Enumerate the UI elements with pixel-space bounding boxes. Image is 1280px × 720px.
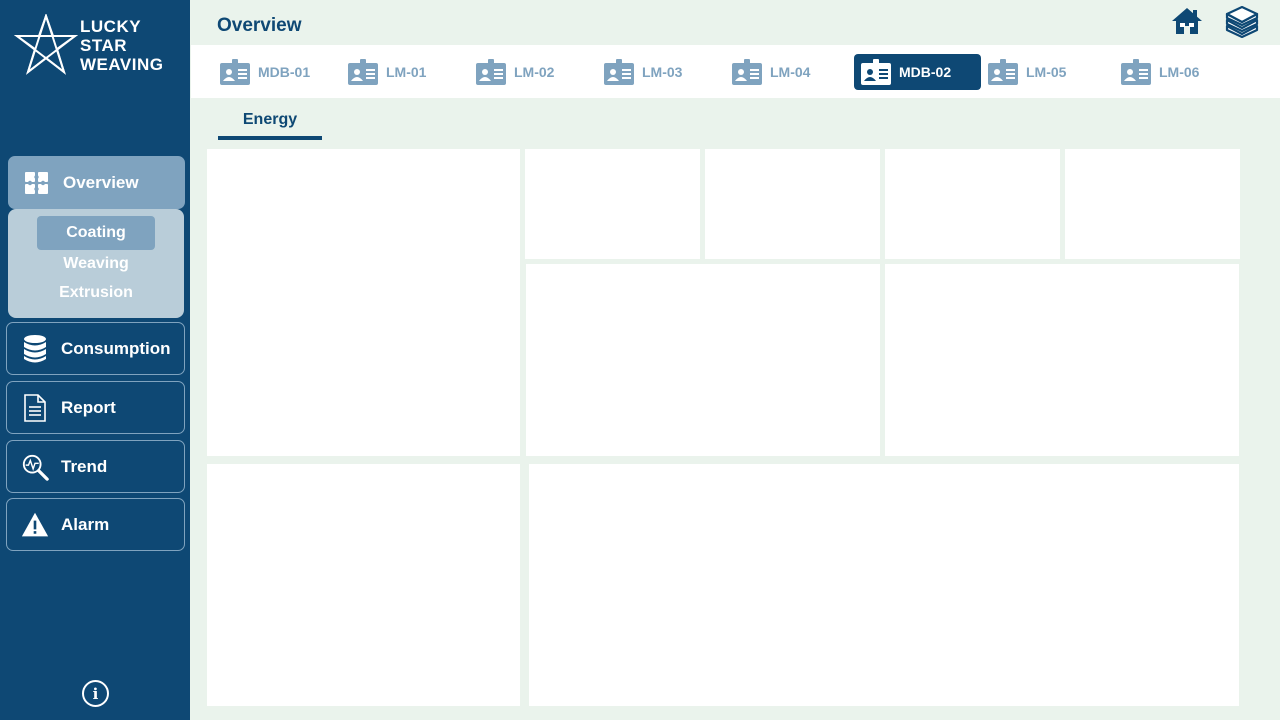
panel-kpi-1 — [525, 149, 700, 259]
info-icon[interactable]: i — [82, 680, 109, 707]
device-tab-label: MDB-01 — [258, 64, 311, 80]
panel-middle-left — [526, 264, 880, 456]
puzzle-icon — [23, 168, 51, 198]
device-tab-lm-05[interactable]: LM-05 — [981, 54, 1066, 90]
device-tab-label: LM-02 — [514, 64, 555, 80]
id-card-icon — [604, 59, 634, 85]
device-tab-lm-03[interactable]: LM-03 — [597, 54, 682, 90]
sidebar: LUCKY STAR WEAVING Overview Coating Weav… — [0, 0, 190, 720]
device-tab-mdb-02[interactable]: MDB-02 — [854, 54, 981, 90]
device-tab-label: MDB-02 — [899, 64, 952, 80]
tab-energy[interactable]: Energy — [218, 106, 322, 140]
panel-kpi-2 — [705, 149, 880, 259]
device-tab-label: LM-05 — [1026, 64, 1067, 80]
panel-main-left — [207, 149, 520, 456]
id-card-icon — [732, 59, 762, 85]
warning-icon — [21, 510, 49, 540]
device-tab-label: LM-03 — [642, 64, 683, 80]
device-tab-label: LM-01 — [386, 64, 427, 80]
submenu-item-coating[interactable]: Coating — [37, 216, 155, 250]
device-tab-mdb-01[interactable]: MDB-01 — [213, 54, 310, 90]
brand-line-2: STAR — [80, 36, 128, 55]
sidebar-item-label: Consumption — [61, 338, 171, 358]
brand-name: LUCKY STAR WEAVING — [80, 17, 163, 74]
database-icon — [21, 334, 49, 364]
id-card-icon — [861, 59, 891, 85]
home-icon[interactable] — [1171, 6, 1203, 41]
panel-bottom-left — [207, 464, 520, 706]
id-card-icon — [348, 59, 378, 85]
device-tab-lm-04[interactable]: LM-04 — [725, 54, 810, 90]
layers-icon[interactable] — [1224, 5, 1260, 43]
device-tab-lm-01[interactable]: LM-01 — [341, 54, 426, 90]
document-icon — [21, 393, 49, 423]
panel-middle-right — [885, 264, 1239, 456]
sidebar-item-trend[interactable]: Trend — [6, 440, 185, 493]
device-tab-lm-06[interactable]: LM-06 — [1114, 54, 1199, 90]
page-title: Overview — [217, 15, 302, 36]
sidebar-item-overview[interactable]: Overview — [8, 156, 185, 209]
sidebar-item-report[interactable]: Report — [6, 381, 185, 434]
sidebar-item-label: Overview — [63, 172, 139, 192]
trend-search-icon — [21, 452, 49, 482]
id-card-icon — [220, 59, 250, 85]
sidebar-item-consumption[interactable]: Consumption — [6, 322, 185, 375]
brand-line-1: LUCKY — [80, 17, 142, 36]
id-card-icon — [1121, 59, 1151, 85]
id-card-icon — [988, 59, 1018, 85]
device-bar: MDB-01 LM-01 LM-02 LM-03 LM-04 MDB-02 LM… — [191, 45, 1280, 98]
sidebar-item-label: Trend — [61, 456, 108, 476]
sidebar-item-label: Report — [61, 397, 116, 417]
panel-bottom-right — [529, 464, 1239, 706]
id-card-icon — [476, 59, 506, 85]
star-logo-icon — [14, 14, 78, 75]
device-tab-label: LM-06 — [1159, 64, 1200, 80]
brand-logo: LUCKY STAR WEAVING — [14, 14, 184, 78]
panel-kpi-4 — [1065, 149, 1240, 259]
sidebar-item-label: Alarm — [61, 514, 110, 534]
sidebar-item-alarm[interactable]: Alarm — [6, 498, 185, 551]
submenu-item-extrusion[interactable]: Extrusion — [37, 276, 155, 310]
device-tab-label: LM-04 — [770, 64, 811, 80]
brand-line-3: WEAVING — [80, 55, 164, 74]
overview-submenu: Coating Weaving Extrusion — [8, 209, 184, 318]
device-tab-lm-02[interactable]: LM-02 — [469, 54, 554, 90]
panel-kpi-3 — [885, 149, 1060, 259]
